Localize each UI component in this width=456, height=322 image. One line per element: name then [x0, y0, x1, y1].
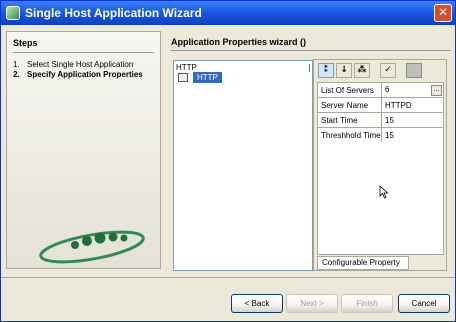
- stop-icon[interactable]: [406, 63, 422, 78]
- step-2: 2. Specify Application Properties: [13, 70, 147, 80]
- property-row[interactable]: Threshhold Time 15: [317, 127, 444, 143]
- tree-node-label: HTTP: [193, 72, 222, 83]
- property-row[interactable]: List Of Servers 6...: [317, 82, 444, 98]
- property-value[interactable]: 15: [381, 127, 444, 143]
- property-name: Start Time: [317, 112, 382, 128]
- tree-root-label: HTTP: [176, 63, 197, 72]
- property-value-text: 6: [385, 84, 390, 94]
- property-name: List Of Servers: [317, 82, 382, 98]
- ellipsis-button[interactable]: ...: [431, 84, 442, 96]
- step-number: 1.: [13, 60, 20, 69]
- property-value[interactable]: HTTPD: [381, 97, 444, 113]
- product-logo: [39, 230, 145, 264]
- button-bar-divider: [1, 277, 455, 278]
- property-sheet: ⁑ ↓ ⁂ ✓ List Of Servers 6... Server Name…: [313, 59, 447, 271]
- app-icon: [6, 6, 20, 20]
- title-bar[interactable]: Single Host Application Wizard ✕: [1, 1, 455, 25]
- finish-button[interactable]: Finish: [341, 294, 393, 313]
- step-label: Specify Application Properties: [27, 70, 143, 79]
- title-divider: [171, 50, 451, 51]
- property-toolbar: ⁑ ↓ ⁂ ✓: [316, 62, 444, 80]
- server-node-icon: [178, 73, 188, 82]
- property-value[interactable]: 15: [381, 112, 444, 128]
- step-number: 2.: [13, 70, 20, 79]
- cancel-button[interactable]: Cancel: [398, 294, 450, 313]
- property-sheet-empty-area: [317, 142, 444, 255]
- application-tree[interactable]: HTTP HTTP: [173, 60, 313, 271]
- steps-divider: [13, 52, 154, 53]
- property-name: Server Name: [317, 97, 382, 113]
- next-button[interactable]: Next >: [286, 294, 338, 313]
- steps-heading: Steps: [13, 38, 38, 48]
- property-value[interactable]: 6...: [381, 82, 444, 98]
- property-name: Threshhold Time: [317, 127, 382, 143]
- back-button[interactable]: < Back: [231, 294, 283, 313]
- steps-panel: Steps 1. Select Single Host Application 2…: [6, 31, 161, 269]
- step-1: 1. Select Single Host Application: [13, 60, 147, 70]
- sort-category-icon[interactable]: ⁑: [318, 63, 334, 78]
- property-row[interactable]: Server Name HTTPD: [317, 97, 444, 113]
- page-title: Application Properties wizard (): [171, 37, 307, 47]
- sort-alpha-icon[interactable]: ↓: [336, 63, 352, 78]
- close-button[interactable]: ✕: [434, 4, 452, 22]
- edit-properties-icon[interactable]: ✓: [380, 63, 396, 78]
- wizard-window: Single Host Application Wizard ✕ Steps 1…: [0, 0, 456, 322]
- tree-scroll-marker: [309, 64, 310, 72]
- properties-table: List Of Servers 6... Server Name HTTPD S…: [317, 82, 444, 143]
- tab-configurable-property[interactable]: Configurable Property: [317, 256, 409, 270]
- window-title: Single Host Application Wizard: [25, 6, 202, 20]
- mouse-cursor-icon: [379, 185, 389, 199]
- step-label: Select Single Host Application: [27, 60, 134, 69]
- property-row[interactable]: Start Time 15: [317, 112, 444, 128]
- sort-custom-icon[interactable]: ⁂: [354, 63, 370, 78]
